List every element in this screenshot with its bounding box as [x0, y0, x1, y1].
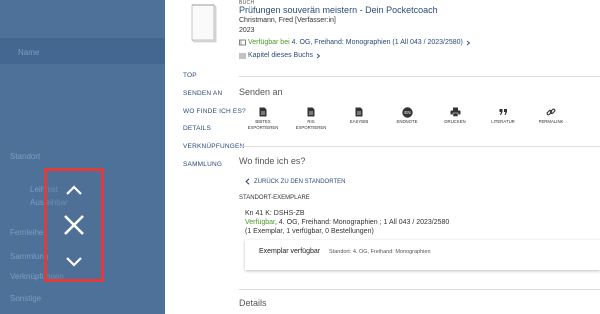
action-label: LITERATUR	[491, 119, 515, 124]
item-card[interactable]: Exemplar verfügbar Standort: 4. OG, Frei…	[245, 240, 600, 270]
close-icon	[64, 215, 84, 235]
chevron-right-icon	[466, 40, 471, 45]
action-label: EASYBIB	[349, 119, 369, 124]
chapter-link[interactable]: Kapitel dieses Buchs	[239, 52, 321, 59]
record-author: Christmann, Fred [Verfasser:in]	[239, 17, 336, 24]
availability-link[interactable]: Verfügbar bei 4. OG, Freihand: Monograph…	[239, 39, 471, 46]
holding-name: Kn 41 K: DSHS-ZB	[245, 210, 305, 217]
chevron-right-icon	[316, 53, 321, 58]
send-actions: BIBTEX EXPORTIEREN RIS EXPORTIEREN EASYB…	[239, 106, 575, 130]
permalink-button[interactable]: PERMALINK	[527, 106, 575, 130]
chapter-link-label: Kapitel dieses Buchs	[248, 52, 313, 59]
record-detail-panel: BUCH Prüfungen souverän meistern - Dein …	[165, 0, 600, 314]
item-location: Standort: 4. OG, Freihand: Monographien	[329, 249, 431, 255]
nav-wo-finde-ich-es[interactable]: WO FINDE ICH ES?	[183, 108, 246, 115]
easybib-button[interactable]: EASYBIB	[335, 106, 383, 130]
action-label: BIBTEX EXPORTIEREN	[247, 119, 279, 130]
availability-status: Verfügbar bei	[248, 39, 290, 46]
divider	[239, 146, 600, 147]
holding-counts: (1 Exemplar, 1 verfügbar, 0 Bestellungen…	[245, 228, 374, 235]
standort-heading: STANDORT-EXEMPLARE	[239, 195, 310, 201]
location-icon	[239, 39, 246, 46]
backdrop-text: Name	[18, 48, 40, 57]
action-label: DRUCKEN	[444, 119, 466, 124]
endnote-button[interactable]: EN ENDNOTE	[383, 106, 431, 130]
book-cover-icon	[191, 4, 217, 43]
back-to-locations-link[interactable]: ZURÜCK ZU DEN STANDORTEN	[245, 178, 345, 185]
backdrop-text: Standort	[10, 152, 41, 161]
action-label: PERMALINK	[538, 119, 564, 124]
citation-button[interactable]: LITERATUR	[479, 106, 527, 130]
bibtex-export-button[interactable]: BIBTEX EXPORTIEREN	[239, 106, 287, 130]
close-button[interactable]	[47, 211, 101, 239]
item-status: Exemplar verfügbar	[259, 248, 321, 255]
nav-details[interactable]: DETAILS	[183, 125, 246, 132]
next-record-button[interactable]	[47, 251, 101, 273]
file-icon	[307, 107, 315, 117]
action-label: ENDNOTE	[396, 119, 418, 124]
quote-icon	[499, 109, 507, 115]
nav-verknuepfungen[interactable]: VERKNÜPFUNGEN	[183, 143, 246, 150]
printer-icon	[450, 107, 460, 117]
holding-info: Kn 41 K: DSHS-ZB Verfügbar, 4. OG, Freih…	[245, 209, 449, 236]
action-label: RIS EXPORTIEREN	[295, 119, 327, 130]
backdrop-text: Sammlung	[10, 252, 49, 261]
holding-detail-line: Verfügbar, 4. OG, Freihand: Monographien…	[245, 218, 449, 227]
previous-record-button[interactable]	[47, 179, 101, 201]
nav-sammlung[interactable]: SAMMLUNG	[183, 161, 246, 168]
divider	[239, 289, 600, 290]
file-icon	[259, 107, 267, 117]
location-section-title: Wo finde ich es?	[239, 156, 306, 166]
print-button[interactable]: DRUCKEN	[431, 106, 479, 130]
file-icon	[355, 107, 363, 117]
list-icon	[239, 53, 246, 58]
holding-status: Verfügbar	[245, 219, 275, 226]
section-nav: TOP SENDEN AN WO FINDE ICH ES? DETAILS V…	[183, 72, 246, 179]
chevron-down-icon	[66, 257, 82, 267]
record-title[interactable]: Prüfungen souverän meistern - Dein Pocke…	[239, 5, 438, 15]
backdrop-text: Sonstige	[10, 294, 42, 303]
chevron-up-icon	[66, 185, 82, 195]
divider	[239, 76, 600, 77]
nav-senden-an[interactable]: SENDEN AN	[183, 90, 246, 97]
holding-detail: , 4. OG, Freihand: Monographien ; 1 All …	[274, 219, 450, 226]
send-section-title: Senden an	[239, 87, 283, 97]
chevron-left-icon	[245, 178, 250, 185]
endnote-icon: EN	[401, 106, 413, 118]
ris-export-button[interactable]: RIS EXPORTIEREN	[287, 106, 335, 130]
svg-text:EN: EN	[404, 110, 410, 115]
nav-top[interactable]: TOP	[183, 72, 246, 79]
link-icon	[546, 108, 556, 116]
backdrop-text: Fernleihe	[10, 228, 44, 237]
record-navigation-box	[44, 168, 104, 282]
back-link-label: ZURÜCK ZU DEN STANDORTEN	[254, 178, 346, 185]
details-section-title: Details	[239, 298, 267, 308]
availability-location: 4. OG, Freihand: Monographien (1 All 043…	[291, 39, 463, 46]
record-year: 2023	[239, 27, 255, 34]
